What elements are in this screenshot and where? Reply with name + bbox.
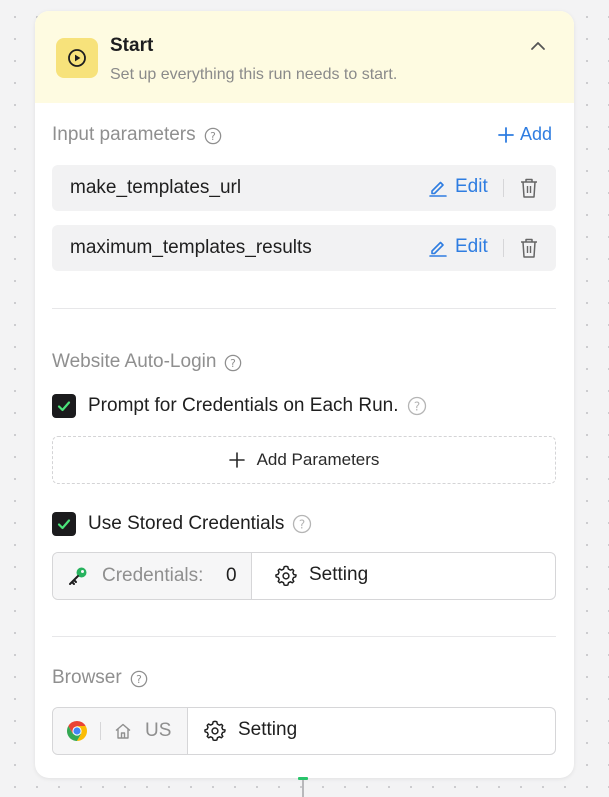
setting-label: Setting [238, 719, 298, 740]
svg-text:?: ? [210, 130, 216, 143]
key-icon [69, 567, 87, 585]
divider [100, 722, 101, 740]
trash-icon[interactable] [519, 177, 539, 199]
divider [503, 179, 504, 197]
divider [503, 239, 504, 257]
play-icon [68, 49, 86, 67]
stored-credentials-checkbox[interactable] [52, 512, 76, 536]
start-node-card: Start Set up everything this run needs t… [35, 11, 574, 778]
chrome-icon [67, 721, 87, 741]
parameter-name: maximum_templates_results [70, 237, 312, 258]
home-icon [115, 723, 131, 739]
add-parameter-button[interactable]: Add [498, 124, 552, 145]
browser-label: Browser [52, 667, 122, 688]
stored-credentials-label: Use Stored Credentials [88, 513, 285, 534]
add-parameters-label: Add Parameters [256, 450, 380, 469]
credentials-count-box: Credentials: 0 [53, 553, 252, 599]
node-connector [302, 778, 304, 797]
help-icon[interactable]: ? [292, 514, 312, 534]
edit-label: Edit [455, 176, 488, 197]
svg-text:?: ? [231, 357, 237, 370]
setting-label: Setting [309, 564, 369, 585]
input-parameters-heading: Input parameters ? [52, 124, 222, 146]
stored-credentials-option[interactable]: Use Stored Credentials ? [52, 512, 312, 536]
check-icon [57, 519, 71, 530]
edit-label: Edit [455, 236, 488, 257]
pencil-icon [429, 241, 447, 257]
node-title: Start [110, 35, 154, 56]
browser-heading: Browser ? [52, 667, 148, 689]
chevron-up-icon[interactable] [529, 37, 547, 55]
input-parameters-label: Input parameters [52, 124, 196, 145]
prompt-credentials-option[interactable]: Prompt for Credentials on Each Run. ? [52, 394, 427, 418]
add-label: Add [520, 124, 553, 144]
credentials-count: 0 [226, 565, 237, 586]
help-icon[interactable]: ? [407, 396, 427, 416]
browser-setting-button[interactable]: Setting [204, 719, 297, 741]
section-divider [52, 636, 556, 637]
connector-handle[interactable] [298, 777, 308, 780]
parameter-row: make_templates_url Edit [52, 165, 556, 211]
start-header[interactable]: Start Set up everything this run needs t… [35, 11, 574, 103]
plus-icon [228, 452, 245, 468]
svg-text:?: ? [299, 518, 305, 532]
plus-icon [498, 126, 514, 143]
parameter-name: make_templates_url [70, 177, 242, 198]
credentials-label: Credentials: [102, 565, 204, 586]
edit-parameter-button[interactable]: Edit [428, 176, 488, 198]
auto-login-heading: Website Auto-Login ? [52, 351, 242, 373]
add-parameters-button[interactable]: Add Parameters [52, 436, 556, 484]
play-icon-box [56, 38, 98, 78]
edit-parameter-button[interactable]: Edit [428, 236, 488, 258]
help-icon[interactable]: ? [224, 353, 242, 372]
credentials-setting-button[interactable]: Setting [275, 564, 368, 586]
browser-region-box: US [53, 708, 188, 754]
gear-icon [275, 565, 297, 586]
prompt-credentials-checkbox[interactable] [52, 394, 76, 418]
browser-control: US Setting [52, 707, 556, 755]
credentials-control: Credentials: 0 Setting [52, 552, 556, 600]
pencil-icon [429, 181, 447, 197]
prompt-credentials-label: Prompt for Credentials on Each Run. [88, 395, 399, 416]
help-icon[interactable]: ? [204, 126, 222, 145]
help-icon[interactable]: ? [130, 669, 148, 688]
node-subtitle: Set up everything this run needs to star… [110, 66, 398, 83]
gear-icon [204, 720, 226, 741]
svg-text:?: ? [136, 673, 142, 686]
check-icon [57, 401, 71, 412]
auto-login-label: Website Auto-Login [52, 351, 217, 372]
section-divider [52, 308, 556, 309]
svg-text:?: ? [413, 400, 419, 414]
parameter-row: maximum_templates_results Edit [52, 225, 556, 271]
browser-region: US [145, 720, 172, 741]
trash-icon[interactable] [519, 237, 539, 259]
